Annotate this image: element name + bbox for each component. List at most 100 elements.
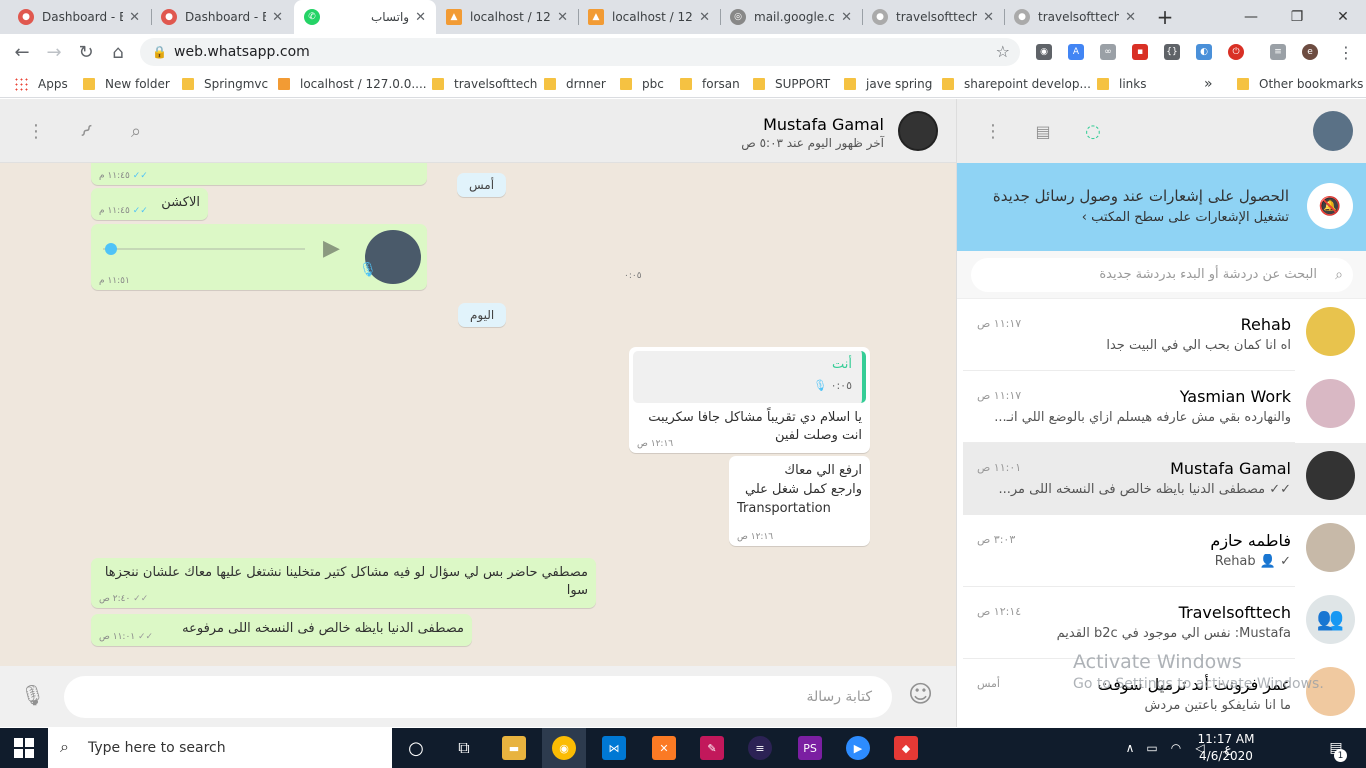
play-icon[interactable]: ▶ [323,236,340,261]
contact-name[interactable]: Mustafa Gamal [763,115,884,134]
tab-localhost-2[interactable]: ▲ localhost / 127 ✕ [578,0,720,34]
extension-icon[interactable]: A [1068,44,1084,60]
anydesk-icon[interactable]: ◆ [894,736,918,760]
tab-whatsapp[interactable]: ✆ واتساب ✕ [294,0,436,34]
taskbar-clock[interactable]: 11:17 AM 4/6/2020 [1196,731,1256,765]
tab-travelsofttech-1[interactable]: ● travelsofttech ✕ [862,0,1004,34]
chat-list-item[interactable]: فاطمه حازم ٣:٠٣ ص ✓ 👤 Rehab [963,515,1366,587]
bookmark-folder[interactable]: SUPPORT [753,75,830,93]
bookmark-folder[interactable]: jave spring [844,75,932,93]
xampp-icon[interactable]: ✕ [652,736,676,760]
attach-clip-icon[interactable]: ⌇ [69,114,103,148]
tab-localhost-1[interactable]: ▲ localhost / 127 ✕ [436,0,578,34]
cortana-icon[interactable]: ○ [404,736,428,760]
status-icon[interactable]: ◌ [1081,119,1105,143]
reload-button[interactable]: ↻ [74,40,98,64]
back-button[interactable]: ← [10,40,34,64]
windows-start-icon[interactable] [14,738,34,758]
app-icon[interactable]: ✎ [700,736,724,760]
bookmark-folder[interactable]: Springmvc [182,75,268,93]
minimize-button[interactable]: — [1228,0,1274,34]
forward-button[interactable]: → [42,40,66,64]
chat-search-input[interactable]: ⌕ البحث عن دردشة أو البدء بدردشة جديدة [971,258,1353,292]
window-close-button[interactable]: ✕ [1320,0,1366,34]
zoom-icon[interactable]: ▶ [846,736,870,760]
bookmark-star-icon[interactable]: ☆ [996,42,1010,61]
restore-button[interactable]: ❐ [1274,0,1320,34]
voice-message-bubble[interactable]: ▶ 🎙 ١١:٥١ م [91,224,427,290]
emoji-icon[interactable]: ☺ [908,680,933,708]
bookmark-folder[interactable]: pbc [620,75,664,93]
bookmark-folder[interactable]: travelsofttech [432,75,537,93]
battery-icon[interactable]: ▭ [1140,736,1164,760]
more-bookmarks-button[interactable]: » [1204,75,1213,93]
chat-list-item-selected[interactable]: Mustafa Gamal ١١:٠١ ص ✓✓ مصطفى الدنيا با… [963,443,1366,515]
new-tab-button[interactable]: + [1150,0,1180,34]
chat-list-item[interactable]: Yasmian Work ١١:١٧ ص والنهارده بقي مش عا… [963,371,1366,443]
eclipse-icon[interactable]: ≡ [748,736,772,760]
phpstorm-icon[interactable]: PS [798,736,822,760]
extension-icon[interactable]: ▪ [1132,44,1148,60]
enable-notifications-link[interactable]: تشغيل الإشعارات على سطح المكتب › [1082,210,1289,225]
message-bubble[interactable]: ✓✓ ١١:٤٥ م [91,163,427,185]
power-extension-icon[interactable]: ⏻ [1228,44,1244,60]
message-bubble[interactable]: الاكشن ✓✓ ١١:٤٥ م [91,188,208,220]
close-icon[interactable]: ✕ [129,10,140,25]
bookmark-folder[interactable]: drnner [544,75,606,93]
extension-icon[interactable]: {} [1164,44,1180,60]
tab-dashboard-2[interactable]: ● Dashboard - B ✕ [151,0,293,34]
close-icon[interactable]: ✕ [272,10,283,25]
message-bubble[interactable]: مصطفى الدنيا بايظه خالص فى النسخه اللى م… [91,614,472,646]
voice-scrub-handle[interactable] [105,243,117,255]
tab-gmail[interactable]: ◎ mail.google.co ✕ [720,0,862,34]
message-bubble[interactable]: ارفع الي معاك وارجع كمل شغل علي Transpor… [729,456,870,546]
message-list[interactable]: ✓✓ ١١:٤٥ م الاكشن ✓✓ ١١:٤٥ م أمس ▶ 🎙 ١١:… [0,163,956,666]
contact-avatar[interactable] [898,111,938,151]
close-icon[interactable]: ✕ [415,10,426,25]
notification-banner[interactable]: 🔕 الحصول على إشعارات عند وصول رسائل جديد… [957,163,1366,251]
chat-list-item[interactable]: Rehab ١١:١٧ ص اه انا كمان بحب الي في الب… [963,299,1366,371]
other-bookmarks[interactable]: Other bookmarks [1237,75,1363,93]
profile-avatar[interactable]: e [1302,44,1318,60]
microphone-icon[interactable]: 🎙 [20,683,45,707]
bookmark-folder[interactable]: sharepoint develop... [942,75,1091,93]
bookmark-link[interactable]: localhost / 127.0.0.... [278,75,427,93]
close-icon[interactable]: ✕ [557,10,568,25]
extension-icon[interactable]: ◉ [1036,44,1052,60]
voice-progress-track[interactable] [103,248,305,250]
bookmark-apps[interactable]: Apps [14,75,68,93]
menu-dots-icon[interactable]: ⋮ [981,119,1005,143]
new-chat-icon[interactable]: ▤ [1031,119,1055,143]
quoted-message[interactable]: أنت 🎙 ٠:٠٥ [633,351,866,403]
close-icon[interactable]: ✕ [1125,10,1136,25]
close-icon[interactable]: ✕ [699,10,710,25]
browser-menu-icon[interactable]: ⋮ [1334,40,1358,64]
message-bubble-reply[interactable]: أنت 🎙 ٠:٠٥ يا اسلام دي تقريباً مشاكل جاف… [629,347,870,453]
message-bubble[interactable]: مصطفي حاضر بس لي سؤال لو فيه مشاكل كتير … [91,558,596,608]
home-button[interactable]: ⌂ [106,40,130,64]
tab-dashboard-1[interactable]: ● Dashboard - B ✕ [8,0,150,34]
menu-dots-icon[interactable]: ⋮ [24,119,48,143]
close-icon[interactable]: ✕ [983,10,994,25]
extension-icon[interactable]: ◐ [1196,44,1212,60]
vscode-icon[interactable]: ⋈ [602,736,626,760]
system-tray-chevron-icon[interactable]: ∧ [1118,736,1142,760]
extension-icon[interactable]: ∞ [1100,44,1116,60]
task-view-icon[interactable]: ⧉ [452,736,476,760]
bookmark-folder[interactable]: forsan [680,75,740,93]
bookmark-label: jave spring [866,77,933,91]
taskbar-search[interactable]: ⌕ Type here to search [48,728,392,768]
my-avatar[interactable] [1313,111,1353,151]
chat-list-item[interactable]: 👥 Travelsofttech ١٢:١٤ ص Mustafa: نفس ال… [963,587,1366,659]
tab-travelsofttech-2[interactable]: ● travelsofttech ✕ [1004,0,1146,34]
file-explorer-icon[interactable]: ▬ [502,736,526,760]
address-bar[interactable]: 🔒 web.whatsapp.com ☆ [140,38,1020,66]
bookmark-folder[interactable]: links [1097,75,1146,93]
chrome-icon[interactable]: ◉ [552,736,576,760]
close-icon[interactable]: ✕ [841,10,852,25]
search-icon[interactable]: ⌕ [124,119,148,143]
message-input[interactable]: كتابة رسالة [64,676,892,718]
wifi-icon[interactable]: ◠ [1164,736,1188,760]
reading-list-icon[interactable]: ≡ [1270,44,1286,60]
bookmark-folder[interactable]: New folder [83,75,170,93]
